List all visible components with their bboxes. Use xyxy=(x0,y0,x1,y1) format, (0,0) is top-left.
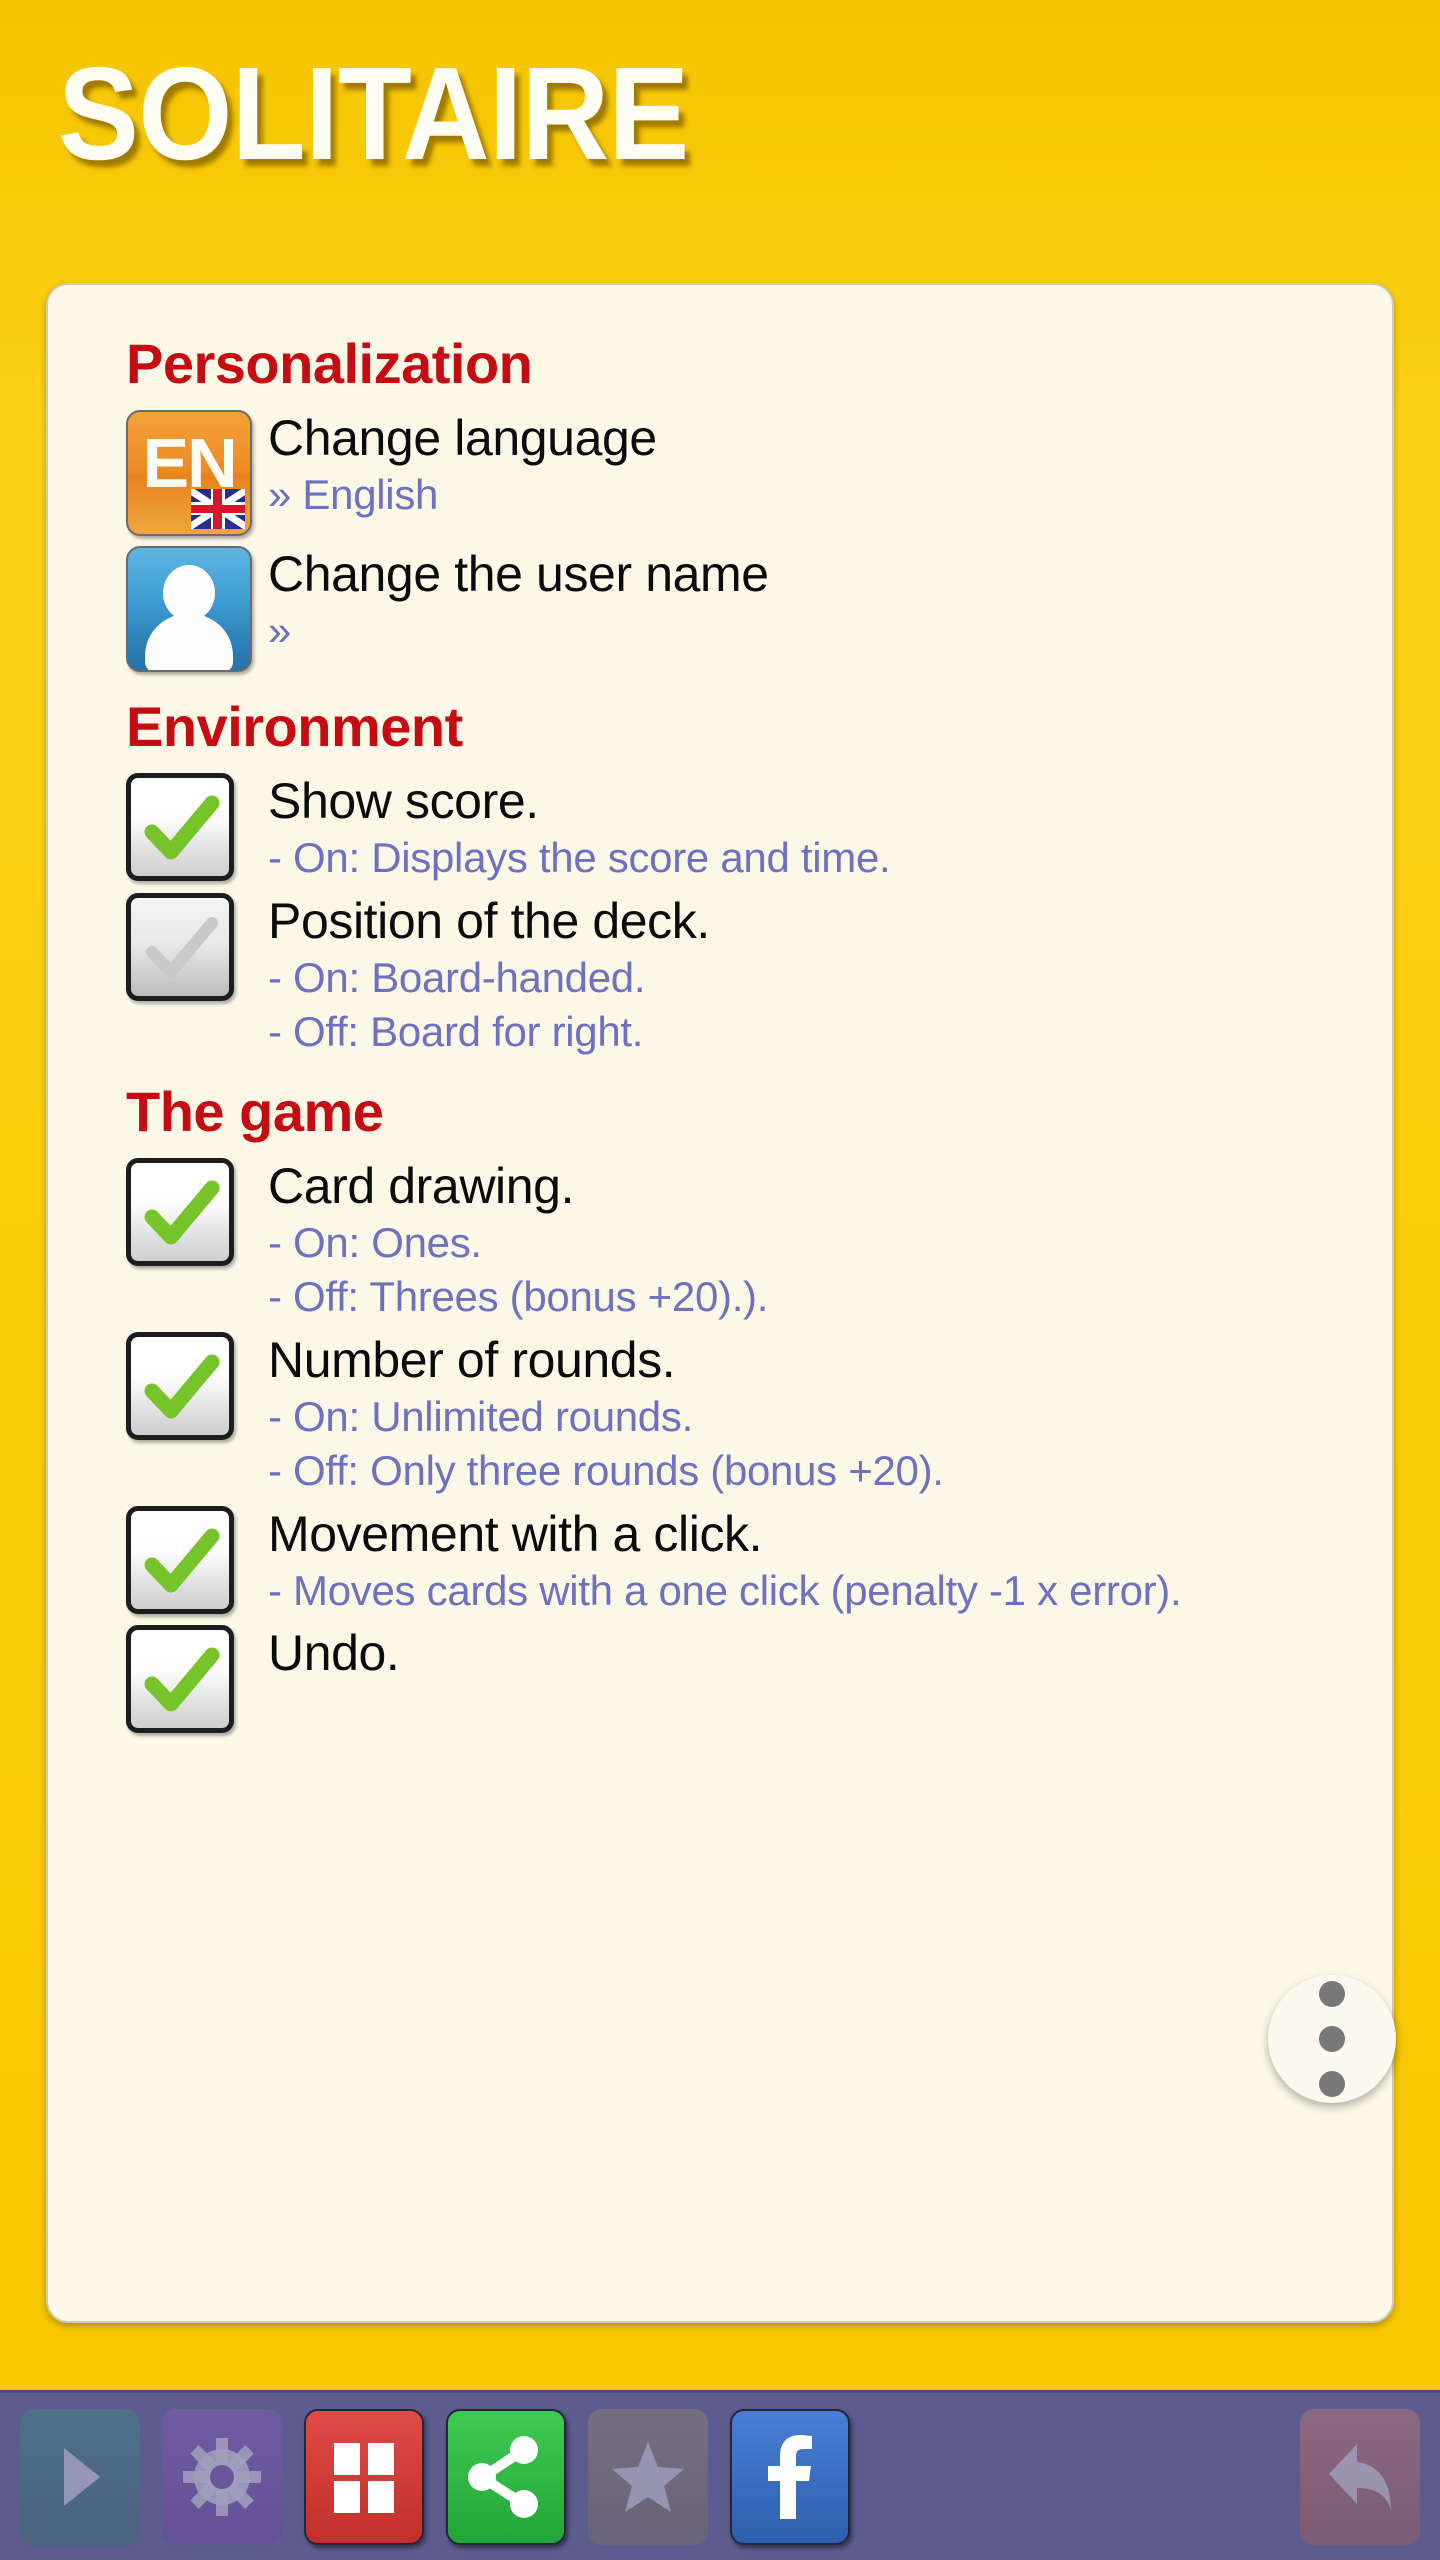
checkbox-unchecked-icon[interactable] xyxy=(126,892,252,1001)
setting-value: » English xyxy=(268,471,439,518)
setting-row-undo[interactable]: Undo. xyxy=(126,1625,1354,1734)
section-heading-personalization: Personalization xyxy=(126,332,533,395)
grid-icon xyxy=(334,2442,394,2513)
language-code-label: EN xyxy=(142,424,237,502)
checkbox-checked-icon[interactable] xyxy=(126,1157,252,1266)
checkbox-checked-icon[interactable] xyxy=(126,1331,252,1440)
gear-icon xyxy=(183,2437,261,2516)
setting-value: » xyxy=(268,607,292,654)
setting-title: Undo. xyxy=(268,1625,400,1682)
back-arrow-icon xyxy=(1329,2443,1391,2510)
setting-title: Change language xyxy=(268,410,657,466)
checkbox-checked-icon[interactable] xyxy=(126,1625,252,1734)
setting-row-change-user-name[interactable]: Change the user name » xyxy=(126,546,1354,672)
setting-description: - On: Board-handed. xyxy=(268,953,646,1001)
setting-description: - Off: Only three rounds (bonus +20). xyxy=(268,1447,944,1495)
facebook-icon xyxy=(768,2434,812,2519)
rate-button[interactable] xyxy=(588,2408,708,2545)
setting-title: Show score. xyxy=(268,773,539,829)
setting-row-movement-with-a-click[interactable]: Movement with a click. - Moves cards wit… xyxy=(126,1505,1354,1616)
cards-button[interactable] xyxy=(304,2408,424,2545)
setting-description: - On: Displays the score and time. xyxy=(268,834,891,881)
overflow-menu-button[interactable] xyxy=(1268,1975,1396,2103)
dot-icon xyxy=(1319,2071,1345,2097)
back-button[interactable] xyxy=(1300,2408,1420,2545)
setting-description: - On: Unlimited rounds. xyxy=(268,1392,693,1440)
section-heading-environment: Environment xyxy=(126,695,463,758)
dot-icon xyxy=(1319,1981,1345,2007)
checkbox-checked-icon[interactable] xyxy=(126,773,252,881)
setting-title: Position of the deck. xyxy=(268,892,710,949)
setting-description: - Off: Board for right. xyxy=(268,1008,644,1056)
setting-row-change-language[interactable]: EN Change language » English xyxy=(126,410,1354,536)
checkbox-checked-icon[interactable] xyxy=(126,1505,252,1614)
play-button[interactable] xyxy=(20,2408,140,2545)
section-heading-the-game: The game xyxy=(126,1079,384,1143)
share-icon xyxy=(468,2435,538,2518)
settings-button[interactable] xyxy=(162,2408,282,2545)
star-icon xyxy=(612,2441,684,2512)
facebook-button[interactable] xyxy=(730,2408,850,2545)
setting-row-number-of-rounds[interactable]: Number of rounds. - On: Unlimited rounds… xyxy=(126,1331,1354,1496)
language-en-icon[interactable]: EN xyxy=(126,410,252,536)
play-icon xyxy=(64,2447,100,2506)
setting-row-show-score[interactable]: Show score. - On: Displays the score and… xyxy=(126,773,1354,883)
setting-description: - Off: Threes (bonus +20).). xyxy=(268,1273,769,1321)
app-header: SOLITAIRE xyxy=(0,0,1440,268)
uk-flag-icon xyxy=(191,489,245,529)
setting-title: Change the user name xyxy=(268,546,769,602)
setting-description: - On: Ones. xyxy=(268,1218,482,1266)
setting-title: Card drawing. xyxy=(268,1157,575,1214)
settings-card: Personalization EN Change language » Eng… xyxy=(46,283,1394,2323)
bottom-toolbar xyxy=(0,2390,1440,2560)
page-title: SOLITAIRE xyxy=(58,40,689,187)
setting-row-card-drawing[interactable]: Card drawing. - On: Ones. - Off: Threes … xyxy=(126,1157,1354,1322)
setting-description: - Moves cards with a one click (penalty … xyxy=(268,1566,1182,1614)
setting-row-position-of-deck[interactable]: Position of the deck. - On: Board-handed… xyxy=(126,892,1354,1057)
setting-title: Number of rounds. xyxy=(268,1331,676,1388)
setting-title: Movement with a click. xyxy=(268,1505,763,1562)
dot-icon xyxy=(1319,2026,1345,2052)
user-avatar-icon[interactable] xyxy=(126,546,252,672)
share-button[interactable] xyxy=(446,2408,566,2545)
